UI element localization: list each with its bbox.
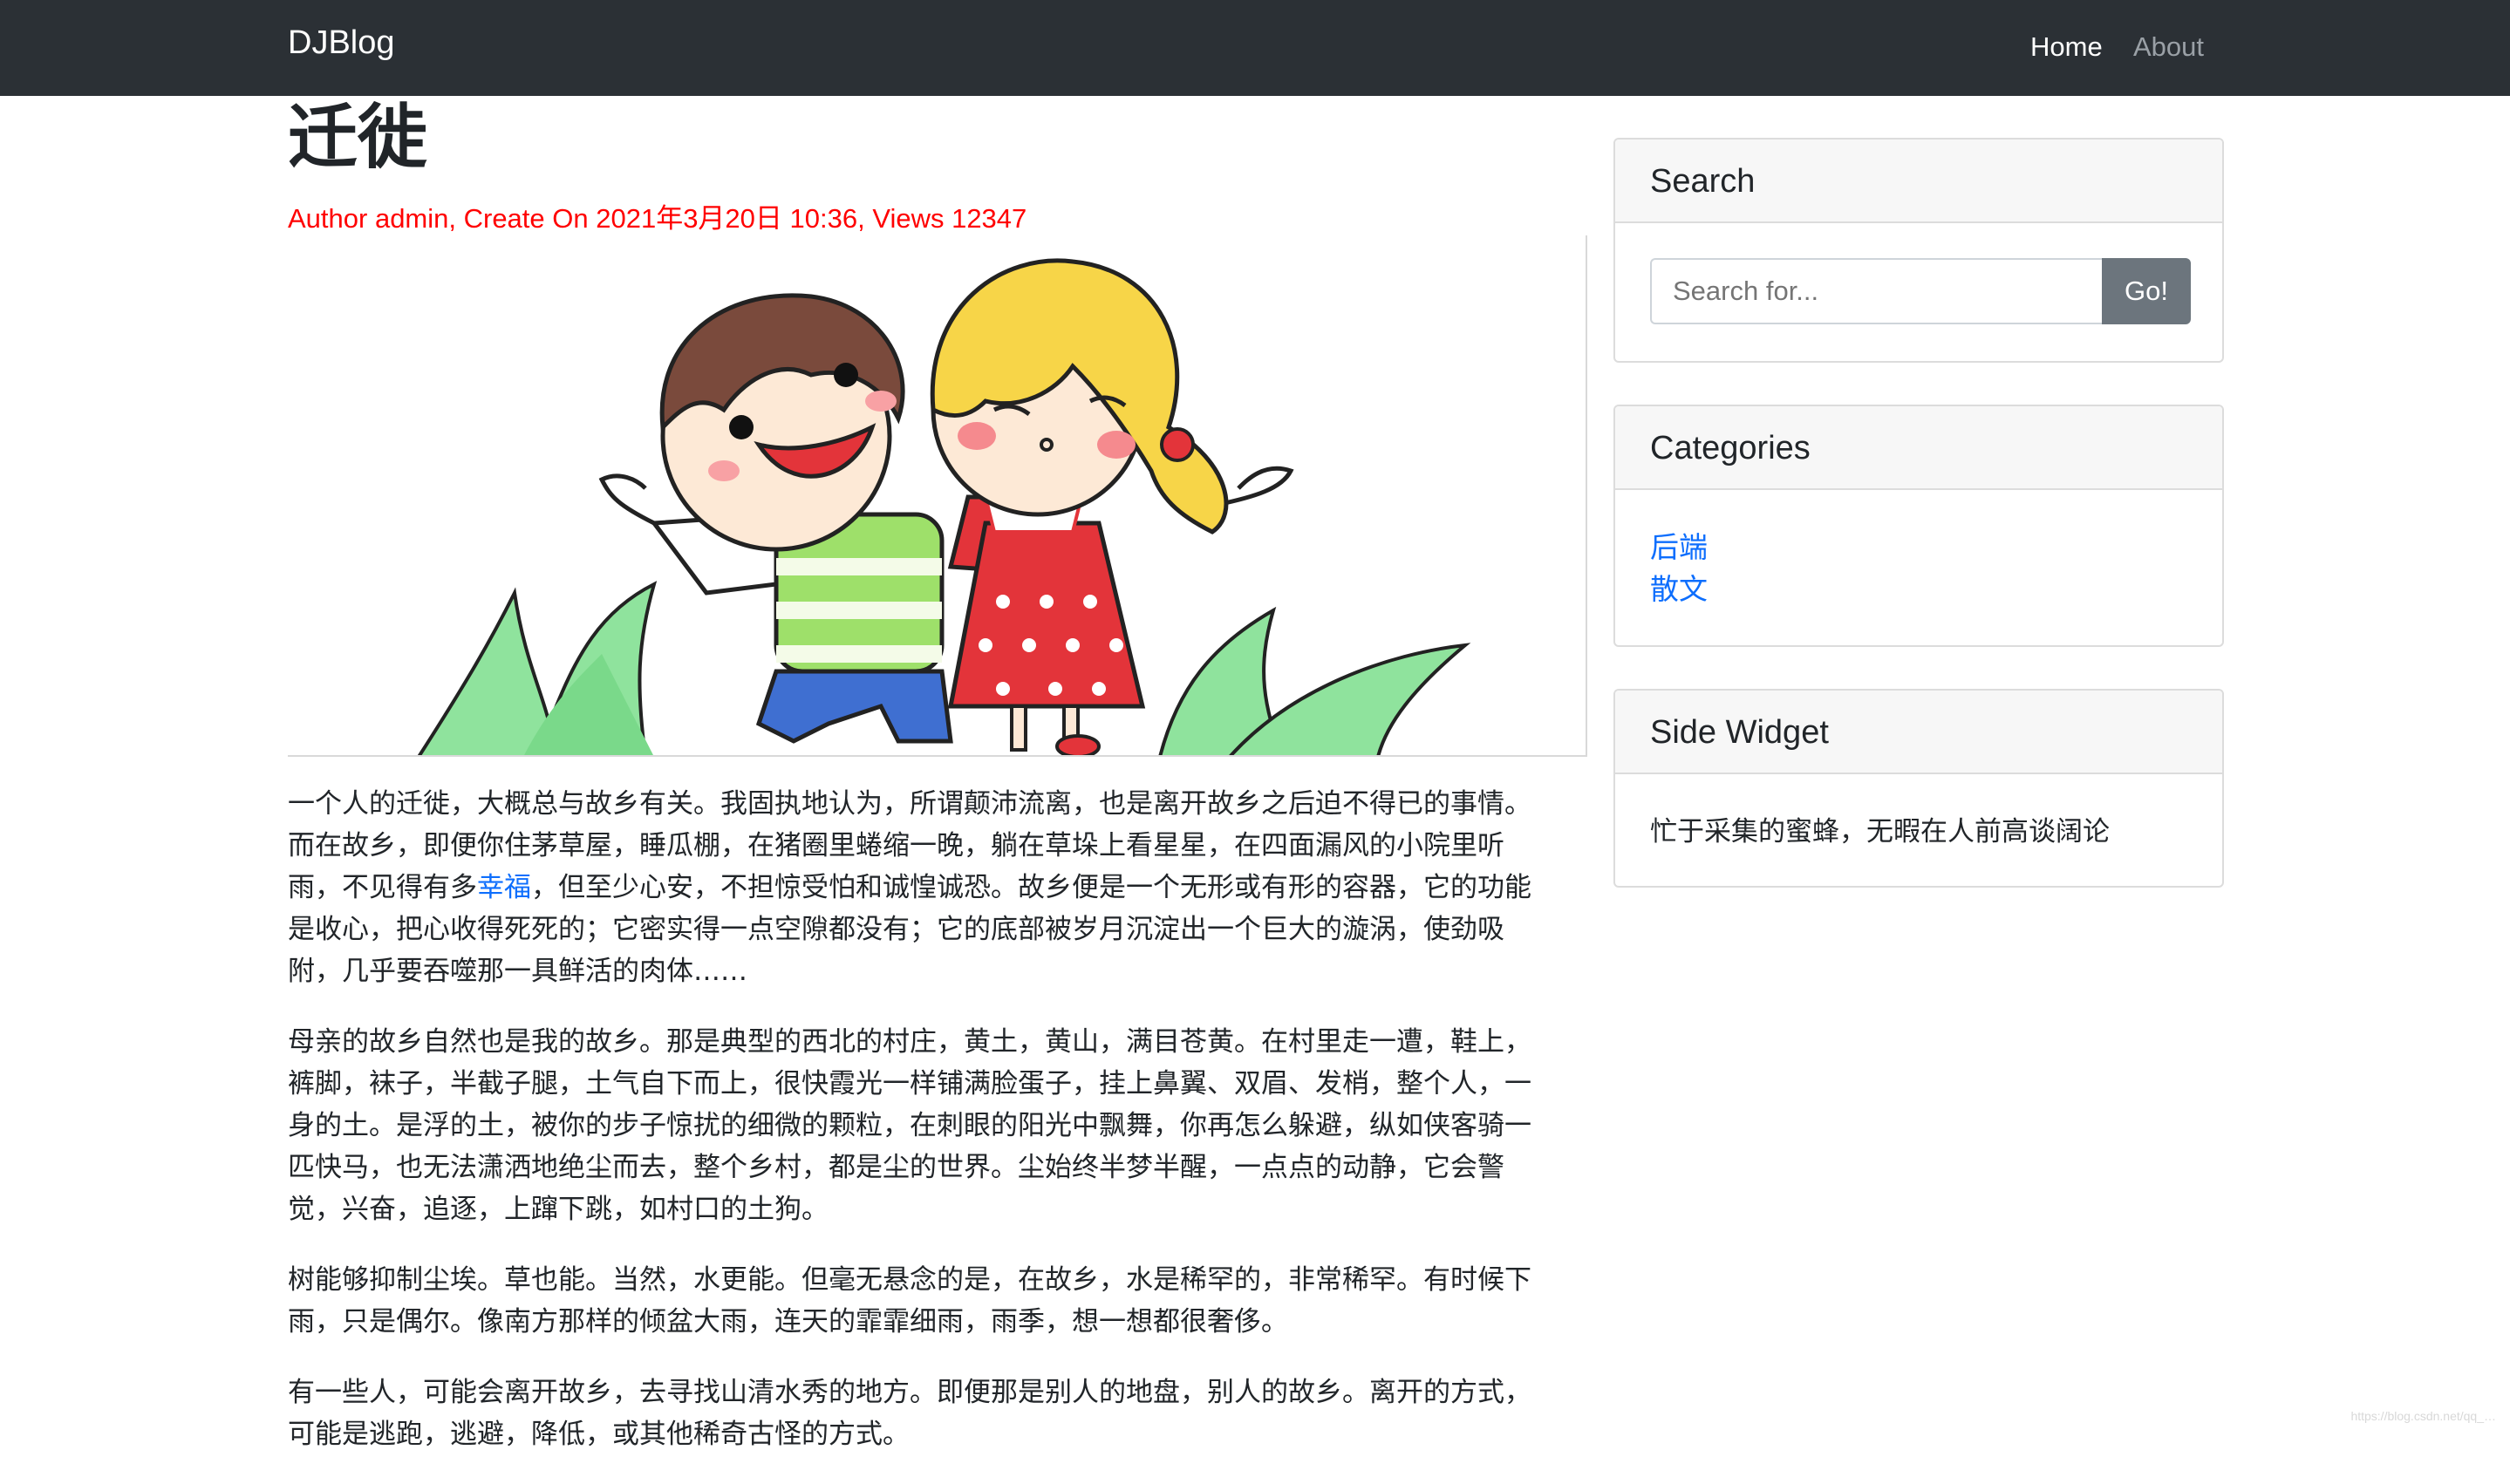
boy-figure xyxy=(598,293,953,744)
nav-home-link[interactable]: Home xyxy=(2030,31,2103,63)
side-widget-text: 忙于采集的蜜蜂，无暇在人前高谈阔论 xyxy=(1650,816,2110,848)
post-paragraph: 母亲的故乡自然也是我的故乡。那是典型的西北的村庄，黄土，黄山，满目苍黄。在村里走… xyxy=(288,1026,1531,1225)
brand-logo[interactable]: DJBlog xyxy=(288,24,395,62)
post-paragraph: 树能够抑制尘埃。草也能。当然，水更能。但毫无悬念的是，在故乡，水是稀罕的，非常稀… xyxy=(288,1264,1531,1338)
post-content: 一个人的迁徙，大概总与故乡有关。我固执地认为，所谓颠沛流离，也是离开故乡之后迫不… xyxy=(288,783,1552,1484)
post-meta: Author admin, Create On 2021年3月20日 10:36… xyxy=(288,203,1027,234)
categories-card-title: Categories xyxy=(1615,406,2222,490)
search-card-title: Search xyxy=(1615,140,2222,223)
post-paragraph: 一个人的迁徙，大概总与故乡有关。我固执地认为，所谓颠沛流离，也是离开故乡之后迫不… xyxy=(288,783,1552,992)
kids-cartoon-illustration xyxy=(417,258,1471,755)
category-link-backend[interactable]: 后端 xyxy=(1650,530,1708,564)
categories-card: Categories 后端 散文 xyxy=(1613,405,2224,647)
nav-about-link[interactable]: About xyxy=(2133,31,2204,63)
happiness-link[interactable]: 幸福 xyxy=(477,872,531,903)
search-input[interactable] xyxy=(1650,258,2102,324)
post-title: 迁徙 xyxy=(288,97,427,178)
side-widget-card: Side Widget 忙于采集的蜜蜂，无暇在人前高谈阔论 xyxy=(1613,689,2224,888)
side-widget-title: Side Widget xyxy=(1615,691,2222,774)
top-navbar: DJBlog Home About xyxy=(0,0,2510,96)
post-paragraph: 有一些人，可能会离开故乡，去寻找山清水秀的地方。即便那是别人的地盘，别人的故乡。… xyxy=(288,1377,1531,1450)
csdn-watermark: https://blog.csdn.net/qq_… xyxy=(2350,1409,2496,1423)
search-card: Search Go! xyxy=(1613,138,2224,363)
category-item: 后端 xyxy=(1650,527,1708,568)
post-hero-image xyxy=(288,235,1587,757)
category-list: 后端 散文 xyxy=(1650,527,1708,610)
category-link-prose[interactable]: 散文 xyxy=(1650,572,1708,606)
category-item: 散文 xyxy=(1650,568,1708,610)
search-go-button[interactable]: Go! xyxy=(2102,258,2191,324)
